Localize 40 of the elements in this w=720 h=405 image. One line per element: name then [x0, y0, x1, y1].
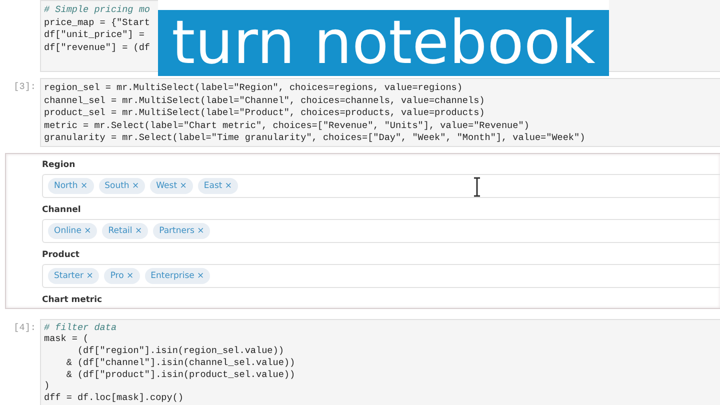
code-line: price_map = {"Start: [44, 16, 152, 29]
code-line: # filter data: [44, 322, 118, 334]
multiselect-field[interactable]: Online × Retail × Partners ×: [42, 218, 720, 242]
cell-prompt: [4]:: [14, 322, 36, 334]
code-line: & (df["product"].isin(product_sel.value)): [65, 368, 296, 380]
code-cell[interactable]: # Simple pricing mo price_map = {"Start df["unit_price"] = df["revenue"] = (df: [40, 0, 158, 72]
code-line: & (df["channel"].isin(channel_sel.value)): [65, 356, 296, 369]
code-line: granularity = mr.Select(label="Time granularity", choices=["Day", "Week", "Month"], value="Week"): [44, 132, 586, 144]
field-label: Region: [42, 158, 76, 172]
tag-chip[interactable]: West ×: [150, 178, 193, 194]
code-line: # Simple pricing mo: [44, 4, 152, 16]
multiselect-field[interactable]: Starter × Pro × Enterprise ×: [42, 264, 720, 288]
code-line: region_sel = mr.MultiSelect(label="Region", choices=regions, value=regions): [44, 82, 464, 94]
text-cursor-icon: [473, 176, 481, 196]
multiselect-field[interactable]: North × South × West × East ×: [42, 174, 720, 198]
tag-chip[interactable]: Online ×: [48, 222, 98, 238]
tag-chip[interactable]: Pro ×: [104, 268, 140, 284]
tag-chip[interactable]: East ×: [198, 178, 238, 194]
tag-chip[interactable]: Partners ×: [153, 222, 210, 238]
field-label: Product: [42, 248, 80, 262]
code-line: product_sel = mr.MultiSelect(label="Product", choices=products, value=products): [44, 107, 486, 120]
tag-chip[interactable]: Retail ×: [102, 222, 148, 238]
tag-chip[interactable]: Enterprise ×: [144, 268, 210, 284]
code-line: channel_sel = mr.MultiSelect(label="Channel", choices=channels, value=channels): [44, 94, 486, 107]
title-banner: turn notebook: [158, 10, 610, 76]
code-cell[interactable]: [40, 78, 720, 146]
code-line: metric = mr.Select(label="Chart metric", choices=["Revenue", "Units"], value="Revenue"): [44, 120, 530, 132]
code-line: (df["region"].isin(region_sel.value)): [76, 345, 285, 357]
code-line: df["unit_price"] =: [44, 29, 146, 42]
code-cell[interactable]: # filter data mask = ( (df["region"].isin(region_sel.value)) & (df["channel"].isin(channel_sel.value)) & (df["product"].isin(product_sel.value)) ) dff = df.loc[mask].copy(): [40, 318, 720, 405]
field-label: Chart metric: [42, 294, 104, 306]
tag-chip[interactable]: South ×: [98, 178, 146, 194]
code-line: ): [44, 380, 51, 392]
code-line: df["revenue"] = (df: [44, 42, 152, 54]
code-line: dff = df.loc[mask].copy(): [44, 392, 184, 404]
tag-chip[interactable]: North ×: [48, 178, 94, 194]
code-line: mask = (: [44, 333, 90, 346]
field-label: Channel: [42, 204, 82, 216]
cell-prompt: [3]:: [14, 81, 36, 94]
tag-chip[interactable]: Starter ×: [48, 268, 100, 284]
